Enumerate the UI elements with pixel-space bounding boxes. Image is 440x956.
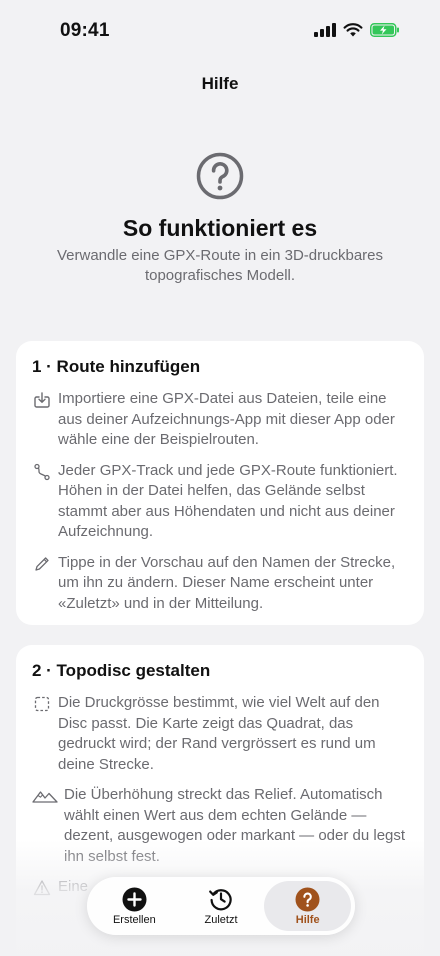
step-text: Jeder GPX-Track und jede GPX-Route funkt… (58, 461, 398, 541)
mountains-icon (32, 786, 58, 806)
step-item: Importiere eine GPX-Datei aus Dateien, t… (32, 389, 408, 451)
warning-icon (32, 878, 52, 898)
import-icon (32, 390, 52, 410)
wifi-icon (343, 23, 363, 37)
history-icon (208, 886, 234, 912)
tab-bar: Erstellen Zuletzt Hilfe (87, 877, 355, 935)
step-item: Jeder GPX-Track und jede GPX-Route funkt… (32, 461, 408, 543)
status-icons (314, 23, 400, 37)
tab-label: Hilfe (295, 914, 320, 926)
step-item: Tippe in der Vorschau auf den Namen der … (32, 553, 408, 615)
page-subtitle: Verwandle eine GPX-Route in ein 3D-druck… (56, 247, 383, 284)
question-circle-icon (196, 152, 244, 200)
question-circle-icon (295, 886, 321, 912)
battery-charging-icon (370, 23, 399, 37)
step-text: Tippe in der Vorschau auf den Namen der … (58, 553, 396, 612)
route-icon (32, 462, 52, 482)
step-item: Die Überhöhung streckt das Relief. Autom… (32, 785, 408, 867)
tab-zuletzt[interactable]: Zuletzt (178, 881, 265, 931)
step-item: Die Druckgrösse bestimmt, wie viel Welt … (32, 693, 408, 775)
dashed-square-icon (32, 694, 52, 714)
tab-erstellen[interactable]: Erstellen (91, 881, 178, 931)
section-title: 2 · Topodisc gestalten (32, 661, 211, 680)
tab-hilfe[interactable]: Hilfe (264, 881, 352, 931)
page-title: So funktioniert es (122, 215, 318, 241)
step-text: Die Überhöhung streckt das Relief. Autom… (64, 786, 406, 865)
tab-label: Zuletzt (204, 914, 238, 926)
section-card-route: 1 · Route hinzufügen Importiere eine GPX… (16, 341, 424, 625)
status-bar: 09:41 (0, 0, 440, 62)
tab-label: Erstellen (112, 914, 156, 926)
step-text: Importiere eine GPX-Datei aus Dateien, t… (58, 390, 395, 448)
step-text: Die Druckgrösse bestimmt, wie viel Welt … (58, 694, 380, 773)
step-text: Eine (58, 878, 89, 895)
cellular-signal-icon (314, 23, 336, 37)
section-title: 1 · Route hinzufügen (32, 357, 201, 376)
plus-circle-icon (121, 886, 147, 912)
status-time: 09:41 (60, 20, 110, 41)
nav-title: Hilfe (201, 74, 239, 93)
pencil-icon (32, 554, 52, 574)
